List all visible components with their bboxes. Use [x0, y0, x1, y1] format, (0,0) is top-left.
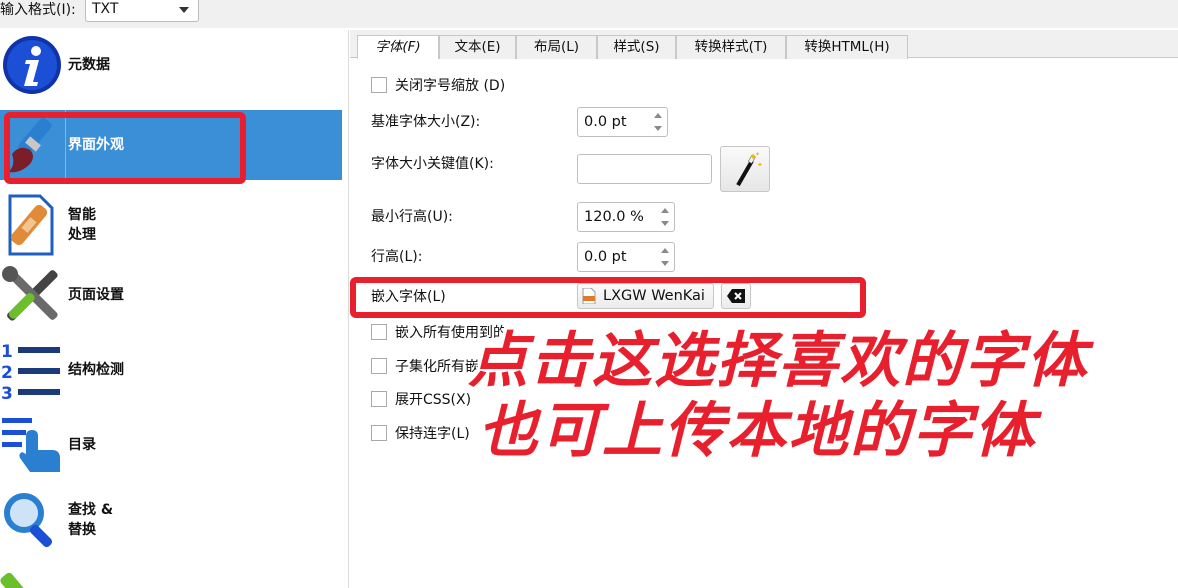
- keep-ligatures-checkbox[interactable]: 保持连字(L): [371, 422, 470, 444]
- checkbox[interactable]: [371, 358, 387, 374]
- spinbox-value: 120.0 %: [584, 209, 644, 225]
- clear-font-button[interactable]: [721, 283, 751, 309]
- sidebar: 元数据 界面外观 智能 处理 页面设置 1 2 3 结构检测 目录 查找 & 替…: [0, 30, 349, 588]
- checkbox-label: 子集化所有嵌: [395, 359, 479, 375]
- tools-icon: [0, 264, 64, 326]
- numbered-list-icon: 1 2 3: [0, 339, 64, 401]
- spin-arrows[interactable]: [658, 205, 672, 229]
- sidebar-item-metadata[interactable]: 元数据: [0, 30, 342, 100]
- spinbox-value: 0.0 pt: [584, 249, 627, 265]
- checkbox-label: 保持连字(L): [395, 426, 470, 442]
- sidebar-item-page-setup[interactable]: 页面设置: [0, 260, 342, 330]
- toc-pointer-icon: [0, 414, 64, 476]
- embed-font-button[interactable]: LXGW WenKai: [577, 283, 714, 309]
- tab-layout[interactable]: 布局(L): [516, 35, 597, 59]
- base-font-size-label: 基准字体大小(Z):: [371, 114, 481, 130]
- sidebar-item-label: 页面设置: [68, 287, 124, 303]
- up-arrow-icon[interactable]: [661, 248, 669, 253]
- annotation-line-2: 也可上传本地的字体: [478, 396, 1036, 466]
- divider: [65, 110, 66, 180]
- tab-font[interactable]: 字体(F): [357, 35, 439, 59]
- tab-transform-html[interactable]: 转换HTML(H): [786, 35, 908, 59]
- spin-arrows[interactable]: [658, 245, 672, 269]
- base-font-size-spinbox[interactable]: 0.0 pt: [577, 107, 668, 137]
- up-arrow-icon[interactable]: [654, 113, 662, 118]
- sidebar-item-look-and-feel[interactable]: 界面外观: [0, 110, 342, 180]
- tab-transform-styles[interactable]: 转换样式(T): [676, 35, 786, 59]
- up-arrow-icon[interactable]: [661, 208, 669, 213]
- down-arrow-icon[interactable]: [661, 221, 669, 226]
- line-height-spinbox[interactable]: 0.0 pt: [577, 242, 675, 272]
- expand-css-checkbox[interactable]: 展开CSS(X): [371, 388, 471, 410]
- spinbox-value: 0.0 pt: [584, 114, 627, 130]
- embed-font-value: LXGW WenKai: [603, 288, 705, 304]
- sidebar-item-structure-detection[interactable]: 1 2 3 结构检测: [0, 335, 342, 405]
- partial-icon: [0, 565, 60, 588]
- checkbox[interactable]: [371, 77, 387, 93]
- checkbox-label: 展开CSS(X): [395, 392, 472, 408]
- tab-styling[interactable]: 样式(S): [597, 35, 676, 59]
- sidebar-item-label: 智能 处理: [68, 207, 96, 243]
- sidebar-item-search-replace[interactable]: 查找 & 替换: [0, 485, 342, 555]
- input-format-value: TXT: [92, 1, 119, 17]
- sidebar-item-toc[interactable]: 目录: [0, 410, 342, 480]
- chevron-down-icon: [179, 7, 189, 13]
- input-format-select[interactable]: TXT: [85, 0, 199, 22]
- min-line-height-label: 最小行高(U):: [371, 209, 453, 225]
- bandage-document-icon: [0, 194, 64, 256]
- svg-text:2: 2: [1, 363, 13, 383]
- font-size-key-input[interactable]: [577, 154, 712, 184]
- line-height-label: 行高(L):: [371, 249, 423, 265]
- sidebar-item-label: 界面外观: [68, 137, 124, 153]
- min-line-height-spinbox[interactable]: 120.0 %: [577, 202, 675, 232]
- checkbox[interactable]: [371, 425, 387, 441]
- font-size-key-label: 字体大小关键值(K):: [371, 156, 494, 172]
- down-arrow-icon[interactable]: [654, 126, 662, 131]
- down-arrow-icon[interactable]: [661, 261, 669, 266]
- svg-text:✦: ✦: [755, 151, 760, 158]
- sidebar-item-label: 查找 & 替换: [68, 502, 114, 538]
- top-bar: 输入格式(I): TXT: [0, 0, 1178, 28]
- svg-text:3: 3: [1, 384, 13, 401]
- disable-font-scaling-checkbox[interactable]: 关闭字号缩放 (D): [371, 74, 505, 96]
- clear-icon: [727, 289, 745, 303]
- svg-text:1: 1: [1, 342, 13, 362]
- tab-bar: 字体(F) 文本(E) 布局(L) 样式(S) 转换样式(T) 转换HTML(H…: [350, 30, 1178, 59]
- checkbox[interactable]: [371, 324, 387, 340]
- checkbox-label: 关闭字号缩放 (D): [395, 78, 506, 94]
- sidebar-item-label: 元数据: [68, 57, 110, 73]
- checkbox[interactable]: [371, 391, 387, 407]
- font-size-wizard-button[interactable]: ✦ ✦ ✦: [720, 146, 770, 192]
- magnifier-icon: [0, 489, 64, 551]
- tab-text[interactable]: 文本(E): [439, 35, 516, 59]
- sidebar-item-heuristic-processing[interactable]: 智能 处理: [0, 190, 342, 260]
- embed-font-label: 嵌入字体(L): [371, 289, 446, 305]
- ttf-file-icon: [582, 288, 596, 304]
- sidebar-item-label: 目录: [68, 437, 96, 453]
- spin-arrows[interactable]: [651, 110, 665, 134]
- paintbrush-icon: [0, 114, 64, 176]
- info-icon: [0, 34, 64, 96]
- sidebar-item-label: 结构检测: [68, 362, 124, 378]
- subset-fonts-checkbox[interactable]: 子集化所有嵌: [371, 355, 479, 377]
- magic-wand-icon: ✦ ✦ ✦: [736, 151, 763, 187]
- svg-text:✦: ✦: [757, 161, 763, 169]
- input-format-label: 输入格式(I):: [0, 2, 76, 18]
- settings-panel: 字体(F) 文本(E) 布局(L) 样式(S) 转换样式(T) 转换HTML(H…: [350, 30, 1178, 588]
